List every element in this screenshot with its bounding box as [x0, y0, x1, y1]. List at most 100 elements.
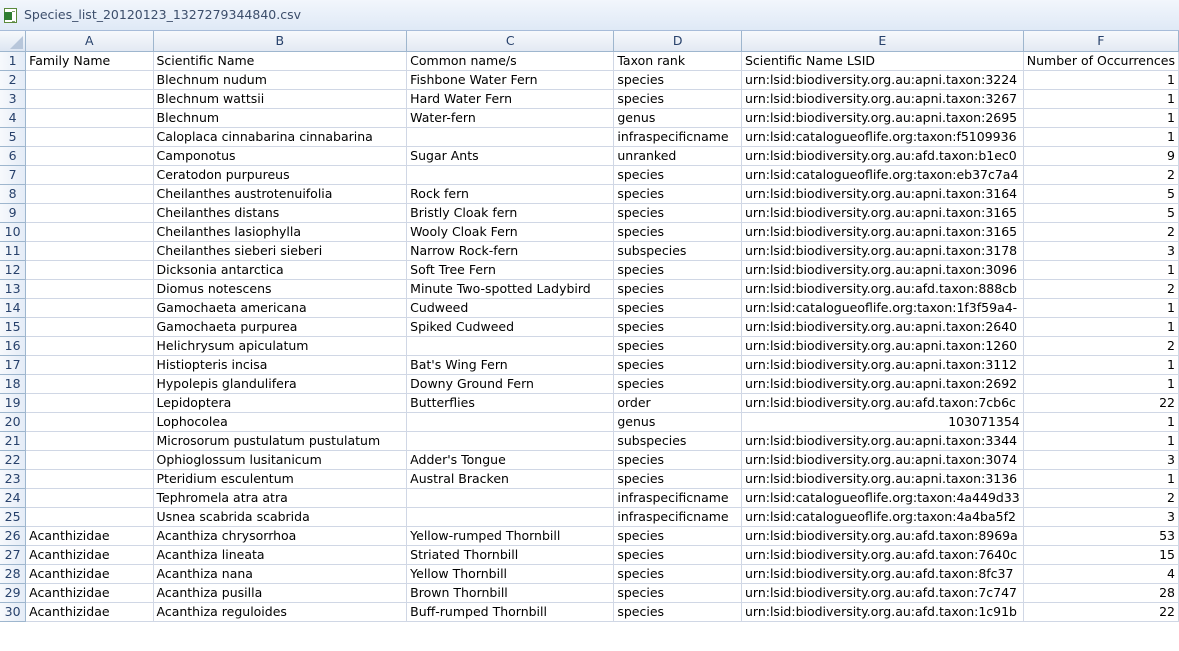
cell-family-name[interactable] — [25, 355, 154, 375]
cell-taxon-rank[interactable]: species — [613, 374, 742, 394]
row-header[interactable]: 24 — [0, 488, 27, 508]
cell-scientific-name[interactable]: Hypolepis glandulifera — [153, 374, 408, 394]
cell-taxon-rank[interactable]: species — [613, 336, 742, 356]
cell-lsid[interactable]: urn:lsid:catalogueoflife.org:taxon:eb37c… — [741, 165, 1024, 185]
cell-taxon-rank[interactable]: species — [613, 602, 742, 622]
cell-family-name[interactable] — [25, 146, 154, 166]
cell-occurrences[interactable]: 3 — [1023, 450, 1179, 470]
cell-common-name[interactable]: Common name/s — [406, 51, 615, 71]
row-header[interactable]: 22 — [0, 450, 27, 470]
cell-scientific-name[interactable]: Cheilanthes lasiophylla — [153, 222, 408, 242]
column-header-c[interactable]: C — [406, 31, 615, 52]
cell-taxon-rank[interactable]: order — [613, 393, 742, 413]
cell-occurrences[interactable]: 1 — [1023, 108, 1179, 128]
cell-family-name[interactable] — [25, 488, 154, 508]
cell-family-name[interactable]: Acanthizidae — [25, 526, 154, 546]
row-header[interactable]: 6 — [0, 146, 27, 166]
row-header[interactable]: 28 — [0, 564, 27, 584]
row-header[interactable]: 23 — [0, 469, 27, 489]
cell-lsid[interactable]: urn:lsid:catalogueoflife.org:taxon:4a4ba… — [741, 507, 1024, 527]
cell-family-name[interactable] — [25, 393, 154, 413]
cell-taxon-rank[interactable]: species — [613, 279, 742, 299]
cell-taxon-rank[interactable]: species — [613, 222, 742, 242]
cell-occurrences[interactable]: 2 — [1023, 165, 1179, 185]
cell-occurrences[interactable]: 53 — [1023, 526, 1179, 546]
cell-common-name[interactable]: Hard Water Fern — [406, 89, 615, 109]
cell-scientific-name[interactable]: Cheilanthes sieberi sieberi — [153, 241, 408, 261]
cell-scientific-name[interactable]: Ceratodon purpureus — [153, 165, 408, 185]
cell-common-name[interactable]: Striated Thornbill — [406, 545, 615, 565]
row-header[interactable]: 7 — [0, 165, 27, 185]
cell-occurrences[interactable]: 1 — [1023, 355, 1179, 375]
row-header[interactable]: 20 — [0, 412, 27, 432]
cell-scientific-name[interactable]: Tephromela atra atra — [153, 488, 408, 508]
cell-taxon-rank[interactable]: genus — [613, 108, 742, 128]
cell-lsid[interactable]: urn:lsid:biodiversity.org.au:afd.taxon:8… — [741, 526, 1024, 546]
cell-family-name[interactable] — [25, 431, 154, 451]
cell-common-name[interactable]: Butterflies — [406, 393, 615, 413]
cell-common-name[interactable]: Water-fern — [406, 108, 615, 128]
cell-common-name[interactable]: Wooly Cloak Fern — [406, 222, 615, 242]
cell-taxon-rank[interactable]: infraspecificname — [613, 488, 742, 508]
cell-lsid[interactable]: urn:lsid:biodiversity.org.au:afd.taxon:7… — [741, 393, 1024, 413]
cell-lsid[interactable]: urn:lsid:biodiversity.org.au:afd.taxon:1… — [741, 602, 1024, 622]
column-header-a[interactable]: A — [25, 31, 154, 52]
cell-scientific-name[interactable]: Microsorum pustulatum pustulatum — [153, 431, 408, 451]
cell-taxon-rank[interactable]: species — [613, 583, 742, 603]
cell-common-name[interactable]: Sugar Ants — [406, 146, 615, 166]
cell-family-name[interactable]: Acanthizidae — [25, 583, 154, 603]
cell-family-name[interactable] — [25, 260, 154, 280]
cell-taxon-rank[interactable]: genus — [613, 412, 742, 432]
cell-lsid[interactable]: urn:lsid:biodiversity.org.au:apni.taxon:… — [741, 70, 1024, 90]
cell-common-name[interactable]: Cudweed — [406, 298, 615, 318]
cell-family-name[interactable] — [25, 298, 154, 318]
cell-common-name[interactable] — [406, 336, 615, 356]
cell-family-name[interactable]: Family Name — [25, 51, 154, 71]
cell-scientific-name[interactable]: Diomus notescens — [153, 279, 408, 299]
cell-taxon-rank[interactable]: subspecies — [613, 241, 742, 261]
cell-family-name[interactable] — [25, 127, 154, 147]
cell-scientific-name[interactable]: Histiopteris incisa — [153, 355, 408, 375]
cell-occurrences[interactable]: 1 — [1023, 89, 1179, 109]
cell-scientific-name[interactable]: Blechnum nudum — [153, 70, 408, 90]
cell-scientific-name[interactable]: Caloplaca cinnabarina cinnabarina — [153, 127, 408, 147]
cell-taxon-rank[interactable]: species — [613, 450, 742, 470]
cell-lsid[interactable]: urn:lsid:biodiversity.org.au:afd.taxon:b… — [741, 146, 1024, 166]
row-header[interactable]: 2 — [0, 70, 27, 90]
cell-scientific-name[interactable]: Acanthiza reguloides — [153, 602, 408, 622]
cell-family-name[interactable]: Acanthizidae — [25, 564, 154, 584]
select-all-button[interactable] — [0, 31, 27, 52]
column-header-d[interactable]: D — [613, 31, 742, 52]
row-header[interactable]: 17 — [0, 355, 27, 375]
cell-common-name[interactable]: Buff-rumped Thornbill — [406, 602, 615, 622]
cell-occurrences[interactable]: 2 — [1023, 336, 1179, 356]
cell-common-name[interactable]: Minute Two-spotted Ladybird — [406, 279, 615, 299]
cell-lsid[interactable]: 103071354 — [741, 412, 1024, 432]
cell-scientific-name[interactable]: Blechnum wattsii — [153, 89, 408, 109]
cell-taxon-rank[interactable]: Taxon rank — [613, 51, 742, 71]
cell-taxon-rank[interactable]: species — [613, 355, 742, 375]
row-header[interactable]: 4 — [0, 108, 27, 128]
row-header[interactable]: 11 — [0, 241, 27, 261]
cell-scientific-name[interactable]: Ophioglossum lusitanicum — [153, 450, 408, 470]
cell-common-name[interactable] — [406, 507, 615, 527]
cell-family-name[interactable] — [25, 70, 154, 90]
cell-family-name[interactable] — [25, 184, 154, 204]
cell-common-name[interactable] — [406, 412, 615, 432]
cell-occurrences[interactable]: 1 — [1023, 317, 1179, 337]
cell-family-name[interactable] — [25, 241, 154, 261]
cell-scientific-name[interactable]: Acanthiza pusilla — [153, 583, 408, 603]
cell-occurrences[interactable]: 1 — [1023, 298, 1179, 318]
row-header[interactable]: 10 — [0, 222, 27, 242]
cell-family-name[interactable] — [25, 222, 154, 242]
cell-taxon-rank[interactable]: species — [613, 184, 742, 204]
cell-scientific-name[interactable]: Cheilanthes distans — [153, 203, 408, 223]
cell-taxon-rank[interactable]: species — [613, 564, 742, 584]
cell-family-name[interactable] — [25, 469, 154, 489]
cell-occurrences[interactable]: 1 — [1023, 412, 1179, 432]
cell-taxon-rank[interactable]: species — [613, 260, 742, 280]
cell-taxon-rank[interactable]: species — [613, 469, 742, 489]
cell-family-name[interactable] — [25, 203, 154, 223]
cell-common-name[interactable] — [406, 127, 615, 147]
cell-taxon-rank[interactable]: subspecies — [613, 431, 742, 451]
